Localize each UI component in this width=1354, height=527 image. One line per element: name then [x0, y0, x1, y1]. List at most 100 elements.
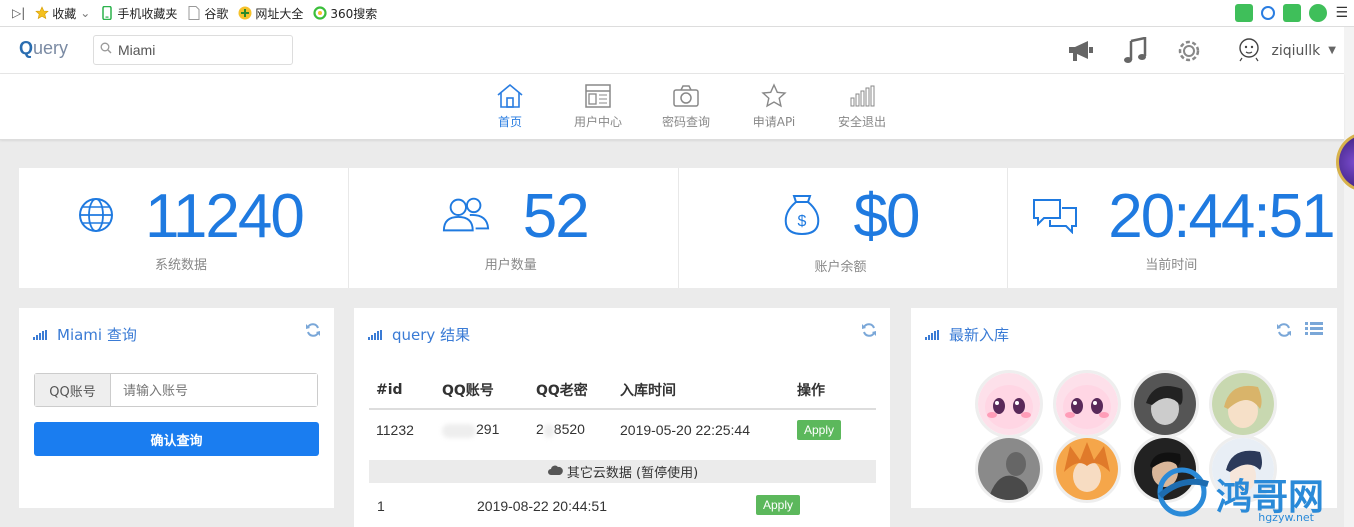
cell-id: 11232: [376, 421, 414, 438]
cell-pwd: 2 8520: [529, 409, 613, 449]
top-header: Query ziqiullk ▼: [0, 27, 1344, 74]
360-icon: [313, 6, 328, 20]
yen-icon[interactable]: [1309, 4, 1328, 22]
avatar[interactable]: [975, 435, 1043, 503]
signal-icon: [368, 326, 382, 344]
result-panel: query 结果 #id QQ账号 QQ老密 入库时间 操作 11232 291…: [354, 308, 890, 527]
username: ziqiullk: [1271, 42, 1321, 59]
nav-label: 申请APi: [752, 115, 796, 129]
watermark-logo-icon: [1152, 466, 1212, 522]
money-bag-icon: $: [777, 194, 827, 236]
avatar[interactable]: [1131, 370, 1199, 438]
stat-value: 11240: [145, 182, 305, 251]
avatar[interactable]: [1053, 435, 1121, 503]
panel-title: Miami 查询: [57, 326, 137, 344]
nav-logout[interactable]: 安全退出: [818, 82, 906, 130]
confirm-query-button[interactable]: 确认查询: [34, 422, 319, 456]
table-row: 1 2019-08-22 20:44:51 Apply: [369, 486, 876, 526]
qq-account-input[interactable]: [111, 374, 317, 406]
bookmark-mobile[interactable]: 手机收藏夹: [100, 5, 177, 22]
home-icon: [495, 82, 525, 110]
menu-icon[interactable]: ☰: [1335, 5, 1348, 21]
star-icon: [35, 6, 50, 20]
watermark: 鸿哥网 hgzyw.net: [1152, 466, 1324, 524]
refresh-icon[interactable]: [305, 322, 321, 338]
refresh-icon[interactable]: [861, 322, 877, 338]
users-icon: [441, 194, 491, 236]
panel-heading: 最新入库: [925, 324, 1009, 345]
bookmark-bar: ▷| 收藏 ⌄ 手机收藏夹 谷歌 网址大全 360搜索 ☰: [0, 0, 1354, 27]
side-widget-icon[interactable]: [1336, 132, 1354, 192]
globe-nav-icon: [238, 6, 252, 20]
cell-id: 1: [377, 498, 385, 514]
cell-qq: 291: [435, 409, 529, 449]
nav-label: 安全退出: [837, 115, 886, 129]
chat-icon: [1030, 194, 1080, 236]
nav-home[interactable]: 首页: [466, 82, 554, 130]
bookmark-360[interactable]: 360搜索: [313, 5, 377, 22]
bars-icon: [847, 82, 877, 110]
scrollbar[interactable]: [1344, 27, 1354, 527]
pwd-prefix: 2: [536, 421, 544, 438]
browser-extensions: ☰: [1235, 4, 1348, 22]
music-icon[interactable]: [1120, 36, 1150, 66]
search-ext-icon[interactable]: [1261, 6, 1276, 20]
list-icon[interactable]: [1305, 322, 1323, 338]
star-outline-icon: [759, 82, 789, 110]
apply-button[interactable]: Apply: [756, 495, 801, 515]
query-panel: Miami 查询 QQ账号 确认查询: [19, 308, 334, 508]
nav-password-query[interactable]: 密码查询: [642, 82, 730, 130]
col-pwd: QQ老密: [529, 372, 613, 410]
brand-initial: Q: [19, 38, 34, 58]
header-actions: ziqiullk ▼: [1054, 27, 1344, 74]
user-menu[interactable]: ziqiullk ▼: [1236, 36, 1336, 66]
stat-user-count: 52 用户数量: [349, 168, 679, 288]
game-icon[interactable]: [1283, 4, 1302, 22]
nav-apply-api[interactable]: 申请APi: [730, 82, 818, 130]
bookmark-nav[interactable]: 网址大全: [238, 5, 303, 22]
stats-panel: 11240 系统数据 52 用户数量 $ $0 账户余额 20:44:51 当前…: [19, 168, 1337, 288]
nav-label: 首页: [497, 115, 522, 129]
blurred-mask: [442, 423, 476, 438]
bookmark-label: 360搜索: [330, 6, 378, 21]
stat-label: 系统数据: [155, 258, 208, 273]
chevron-down-icon: ⌄: [80, 6, 91, 20]
input-addon: QQ账号: [35, 374, 111, 406]
sidebar-toggle-icon[interactable]: ▷|: [12, 6, 25, 20]
pwd-suffix: 8520: [553, 421, 585, 438]
nav-label: 用户中心: [573, 115, 622, 129]
search-input[interactable]: [118, 42, 278, 58]
avatar: [1236, 36, 1262, 66]
mobile-icon: [100, 6, 114, 20]
table-row: 11232 291 2 8520 2019-05-20 22:25:44 Appl…: [369, 409, 876, 449]
blurred-mask: [543, 423, 554, 438]
stat-current-time: 20:44:51 当前时间: [1008, 168, 1337, 288]
cell-time: 2019-08-22 20:44:51: [477, 498, 607, 514]
refresh-icon[interactable]: [1276, 322, 1292, 338]
stat-label: 当前时间: [1145, 258, 1198, 273]
bookmark-favorites[interactable]: 收藏 ⌄: [35, 5, 90, 22]
avatar[interactable]: [975, 370, 1043, 438]
stat-balance: $ $0 账户余额: [679, 168, 1009, 288]
stat-value: $0: [853, 182, 921, 251]
avatar[interactable]: [1053, 370, 1121, 438]
search-box[interactable]: [93, 35, 293, 65]
gear-icon[interactable]: [1174, 36, 1204, 66]
result-table: #id QQ账号 QQ老密 入库时间 操作 11232 291 2 8520 20…: [369, 372, 876, 449]
qq-input-group: QQ账号: [34, 373, 318, 407]
caret-down-icon: ▼: [1328, 45, 1336, 56]
bookmark-label: 网址大全: [255, 6, 304, 21]
cell-time: 2019-05-20 22:25:44: [620, 421, 750, 438]
brand-text: uery: [33, 38, 69, 58]
brand-logo[interactable]: Query: [19, 38, 68, 59]
user-center-icon: [583, 82, 613, 110]
apply-button[interactable]: Apply: [797, 419, 842, 440]
avatar[interactable]: [1209, 370, 1277, 438]
bookmark-google[interactable]: 谷歌: [187, 5, 228, 22]
nav-user-center[interactable]: 用户中心: [554, 82, 642, 130]
translate-icon[interactable]: [1235, 4, 1254, 22]
megaphone-icon[interactable]: [1066, 36, 1096, 66]
cloud-label: 其它云数据 (暂停使用): [566, 466, 699, 481]
bookmark-label: 谷歌: [204, 6, 229, 21]
search-icon: [100, 42, 112, 58]
